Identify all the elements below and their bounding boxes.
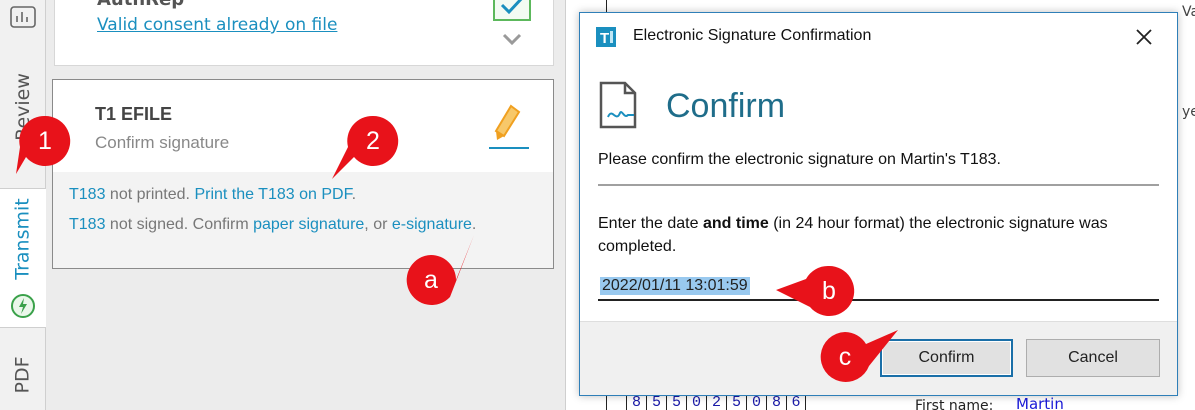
- dialog-heading: Confirm: [666, 87, 786, 125]
- t183-form-link[interactable]: T183: [69, 186, 105, 203]
- form-side-fragment: ye: [1182, 104, 1195, 120]
- callout-a-label: a: [424, 265, 438, 294]
- e-signature-link[interactable]: e-signature: [392, 216, 472, 233]
- callout-c: c: [820, 330, 898, 392]
- svg-text:T: T: [600, 30, 609, 47]
- chevron-down-icon[interactable]: [502, 31, 522, 46]
- first-name-label: First name:: [915, 398, 994, 410]
- t183-not-signed-text: not signed. Confirm: [109, 216, 249, 233]
- summary-icon[interactable]: [10, 6, 36, 28]
- dialog-title: Electronic Signature Confirmation: [633, 27, 872, 44]
- dialog-titlebar: T Electronic Signature Confirmation: [580, 13, 1177, 59]
- review-panel: AuthRep Valid consent already on file T1…: [46, 0, 566, 410]
- datetime-value: 2022/01/11 13:01:59: [600, 277, 750, 295]
- callout-a: a: [406, 235, 474, 315]
- tab-transmit-label: Transmit: [12, 198, 35, 280]
- authrep-check-icon[interactable]: [493, 0, 531, 21]
- callout-1: 1: [16, 115, 80, 176]
- or-text: , or: [364, 216, 388, 233]
- confirm-button[interactable]: Confirm: [880, 339, 1013, 377]
- callout-b-label: b: [822, 276, 836, 305]
- line2-period: .: [471, 216, 477, 233]
- datetime-input[interactable]: 2022/01/11 13:01:59: [598, 275, 1159, 301]
- authrep-title: AuthRep: [97, 0, 184, 10]
- tab-pdf[interactable]: PDF: [0, 340, 46, 410]
- line1-period: .: [351, 186, 357, 203]
- efile-card-body: T183 not printed. Print the T183 on PDF.…: [53, 172, 553, 268]
- vertical-tab-strip: Review Transmit PDF: [0, 0, 46, 410]
- cancel-button[interactable]: Cancel: [1026, 339, 1160, 377]
- first-name-value: Martin: [1016, 395, 1064, 410]
- t183-sign-line: T183 not signed. Confirm paper signature…: [69, 216, 476, 234]
- app-icon: T: [596, 27, 616, 47]
- t183-not-printed-text: not printed.: [109, 186, 190, 203]
- efile-card: T1 EFILE Confirm signature T183 not prin…: [52, 79, 554, 269]
- callout-c-label: c: [838, 342, 852, 371]
- close-icon[interactable]: [1132, 25, 1156, 49]
- form-header-fragment: Va: [1182, 4, 1195, 20]
- efile-card-header: T1 EFILE Confirm signature: [53, 80, 553, 172]
- callout-2-label: 2: [366, 126, 380, 155]
- authrep-consent-link[interactable]: Valid consent already on file: [97, 15, 337, 35]
- tab-transmit[interactable]: Transmit: [0, 188, 46, 328]
- signature-doc-icon: [598, 79, 644, 131]
- print-t183-pdf-link[interactable]: Print the T183 on PDF: [194, 186, 351, 203]
- tab-pdf-label: PDF: [12, 356, 34, 394]
- t183-form-link-2[interactable]: T183: [69, 216, 105, 233]
- dialog-instruction: Enter the date and time (in 24 hour form…: [598, 215, 1108, 255]
- callout-1-label: 1: [38, 126, 52, 155]
- pencil-icon[interactable]: [487, 100, 531, 152]
- callout-b: b: [776, 265, 864, 326]
- paper-signature-link[interactable]: paper signature: [253, 216, 364, 233]
- transmit-icon: [10, 293, 36, 319]
- dialog-message: Please confirm the electronic signature …: [598, 151, 1001, 168]
- t183-print-line: T183 not printed. Print the T183 on PDF.: [69, 186, 356, 204]
- callout-2: 2: [332, 115, 408, 179]
- dialog-divider: [598, 184, 1159, 186]
- sin-digits: 8 5 5 0 2 5 0 8 6: [626, 394, 806, 410]
- efile-subtitle: Confirm signature: [95, 133, 230, 152]
- efile-title: T1 EFILE: [95, 104, 173, 124]
- authrep-card: AuthRep Valid consent already on file: [54, 0, 554, 66]
